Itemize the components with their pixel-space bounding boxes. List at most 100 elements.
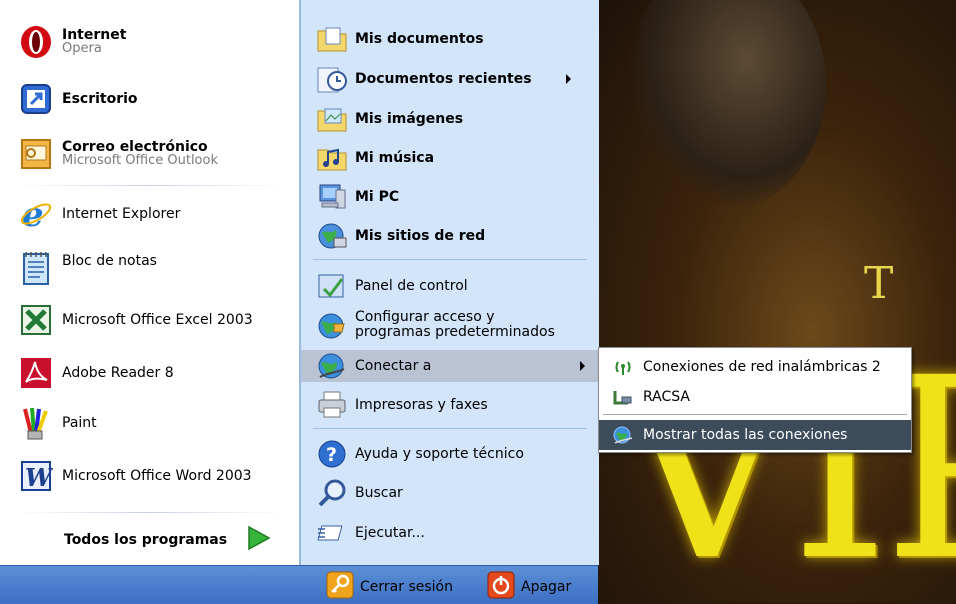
- left-separator: [14, 512, 284, 513]
- right-item-label: Mis documentos: [355, 31, 484, 47]
- shutdown-label: Apagar: [521, 579, 572, 595]
- right-item-label: Mi PC: [355, 189, 400, 205]
- adobe-reader-icon: [18, 355, 54, 391]
- shutdown-button[interactable]: Apagar: [487, 571, 571, 603]
- right-item-label: Ejecutar...: [355, 525, 425, 541]
- right-item-conectar-a[interactable]: Conectar a: [301, 350, 599, 382]
- wallpaper-shape: [626, 0, 826, 210]
- right-item-mi-pc[interactable]: Mi PC: [315, 182, 399, 212]
- svg-text:W: W: [25, 463, 53, 492]
- pinned-item-escritorio[interactable]: Escritorio: [18, 81, 138, 117]
- recent-item-word[interactable]: W Microsoft Office Word 2003: [18, 458, 252, 494]
- right-item-configurar-acceso[interactable]: Configurar acceso y programas predetermi…: [315, 310, 555, 340]
- recent-item-label: Adobe Reader 8: [62, 365, 174, 381]
- submenu-separator: [603, 414, 907, 415]
- right-item-label-line2: programas predeterminados: [355, 324, 555, 340]
- svg-text:?: ?: [326, 444, 337, 466]
- left-separator: [14, 185, 284, 186]
- right-item-documentos-recientes[interactable]: Documentos recientes: [315, 64, 585, 94]
- wireless-network-icon: [609, 356, 637, 378]
- outlook-icon: [18, 136, 54, 172]
- right-item-label: Mis imágenes: [355, 111, 464, 127]
- right-item-mi-musica[interactable]: Mi música: [315, 143, 434, 173]
- right-item-mis-imagenes[interactable]: Mis imágenes: [315, 104, 463, 134]
- right-item-label: Documentos recientes: [355, 71, 532, 87]
- help-support-icon: ?: [315, 439, 349, 469]
- submenu-arrow-icon: [566, 74, 571, 84]
- network-connections-icon: [609, 424, 637, 446]
- notepad-icon: [18, 250, 54, 286]
- logoff-key-icon: [326, 571, 354, 603]
- pinned-item-internet[interactable]: Internet Opera: [18, 24, 126, 60]
- right-item-label: Mis sitios de red: [355, 228, 486, 244]
- recent-item-label: Paint: [62, 415, 97, 431]
- right-item-label: Buscar: [355, 485, 403, 501]
- start-menu-left-pane: Internet Opera Escritorio Correo electró…: [0, 0, 300, 565]
- pinned-item-label: Escritorio: [62, 91, 138, 107]
- right-item-mis-documentos[interactable]: Mis documentos: [315, 24, 484, 54]
- search-icon: [315, 478, 349, 508]
- dialup-connection-icon: [609, 386, 637, 408]
- desktop-shortcut-icon: [18, 81, 54, 117]
- start-menu: Internet Opera Escritorio Correo electró…: [0, 0, 599, 604]
- documents-folder-icon: [315, 24, 349, 54]
- right-item-buscar[interactable]: Buscar: [315, 478, 403, 508]
- all-programs-button[interactable]: Todos los programas: [64, 522, 271, 558]
- default-programs-icon: [315, 310, 349, 340]
- right-item-impresoras[interactable]: Impresoras y faxes: [315, 390, 488, 420]
- recent-item-label: Bloc de notas: [62, 253, 157, 269]
- recent-item-paint[interactable]: Paint: [18, 405, 97, 441]
- right-item-ejecutar[interactable]: Ejecutar...: [315, 518, 425, 548]
- right-item-label: Mi música: [355, 150, 435, 166]
- conectar-a-submenu: Conexiones de red inalámbricas 2 RACSA M…: [598, 347, 912, 453]
- desktop-wallpaper: T VIP: [596, 0, 956, 603]
- recent-item-excel[interactable]: Microsoft Office Excel 2003: [18, 302, 253, 338]
- start-menu-right-pane: Mis documentos Documentos recientes Mis …: [300, 0, 599, 565]
- submenu-item-wireless[interactable]: Conexiones de red inalámbricas 2: [599, 352, 911, 382]
- submenu-arrow-icon: [580, 361, 585, 371]
- internet-explorer-icon: e: [18, 196, 54, 232]
- my-computer-icon: [315, 182, 349, 212]
- power-icon: [487, 571, 515, 603]
- recent-item-label: Microsoft Office Excel 2003: [62, 312, 253, 328]
- right-item-panel-de-control[interactable]: Panel de control: [315, 271, 468, 301]
- printers-faxes-icon: [315, 390, 349, 420]
- submenu-item-racsa[interactable]: RACSA: [599, 382, 911, 412]
- excel-icon: [18, 302, 54, 338]
- pinned-item-sublabel: Opera: [62, 41, 102, 56]
- logoff-label: Cerrar sesión: [360, 579, 453, 595]
- green-arrow-icon: [245, 525, 271, 555]
- recent-item-label: Microsoft Office Word 2003: [62, 468, 252, 484]
- pictures-folder-icon: [315, 104, 349, 134]
- opera-icon: [18, 24, 54, 60]
- recent-item-bloc-de-notas[interactable]: Bloc de notas: [18, 250, 157, 286]
- pinned-item-sublabel: Microsoft Office Outlook: [62, 153, 218, 168]
- run-icon: [315, 518, 349, 548]
- recent-item-label: Internet Explorer: [62, 206, 181, 222]
- right-separator: [313, 259, 587, 260]
- recent-item-internet-explorer[interactable]: e Internet Explorer: [18, 196, 180, 232]
- right-item-label: Ayuda y soporte técnico: [355, 446, 524, 462]
- right-item-mis-sitios-de-red[interactable]: Mis sitios de red: [315, 221, 485, 251]
- connect-to-icon: [315, 351, 349, 381]
- word-icon: W: [18, 458, 54, 494]
- submenu-item-label: Mostrar todas las conexiones: [643, 427, 848, 443]
- submenu-item-mostrar-todas[interactable]: Mostrar todas las conexiones: [599, 420, 911, 450]
- start-menu-bottom-bar: Cerrar sesión Apagar: [0, 565, 598, 604]
- wallpaper-letter: T: [864, 258, 900, 309]
- right-separator: [313, 428, 587, 429]
- submenu-item-label: RACSA: [643, 389, 690, 405]
- right-item-label: Configurar acceso y: [355, 309, 495, 325]
- recent-item-adobe-reader[interactable]: Adobe Reader 8: [18, 355, 174, 391]
- right-item-ayuda[interactable]: ? Ayuda y soporte técnico: [315, 439, 524, 469]
- right-item-label: Conectar a: [355, 358, 432, 374]
- submenu-item-label: Conexiones de red inalámbricas 2: [643, 359, 881, 375]
- logoff-button[interactable]: Cerrar sesión: [326, 571, 453, 603]
- paint-icon: [18, 405, 54, 441]
- right-item-label: Panel de control: [355, 278, 468, 294]
- control-panel-icon: [315, 271, 349, 301]
- right-item-label: Impresoras y faxes: [355, 397, 488, 413]
- recent-documents-icon: [315, 64, 349, 94]
- all-programs-label: Todos los programas: [64, 532, 228, 548]
- pinned-item-correo[interactable]: Correo electrónico Microsoft Office Outl…: [18, 136, 218, 172]
